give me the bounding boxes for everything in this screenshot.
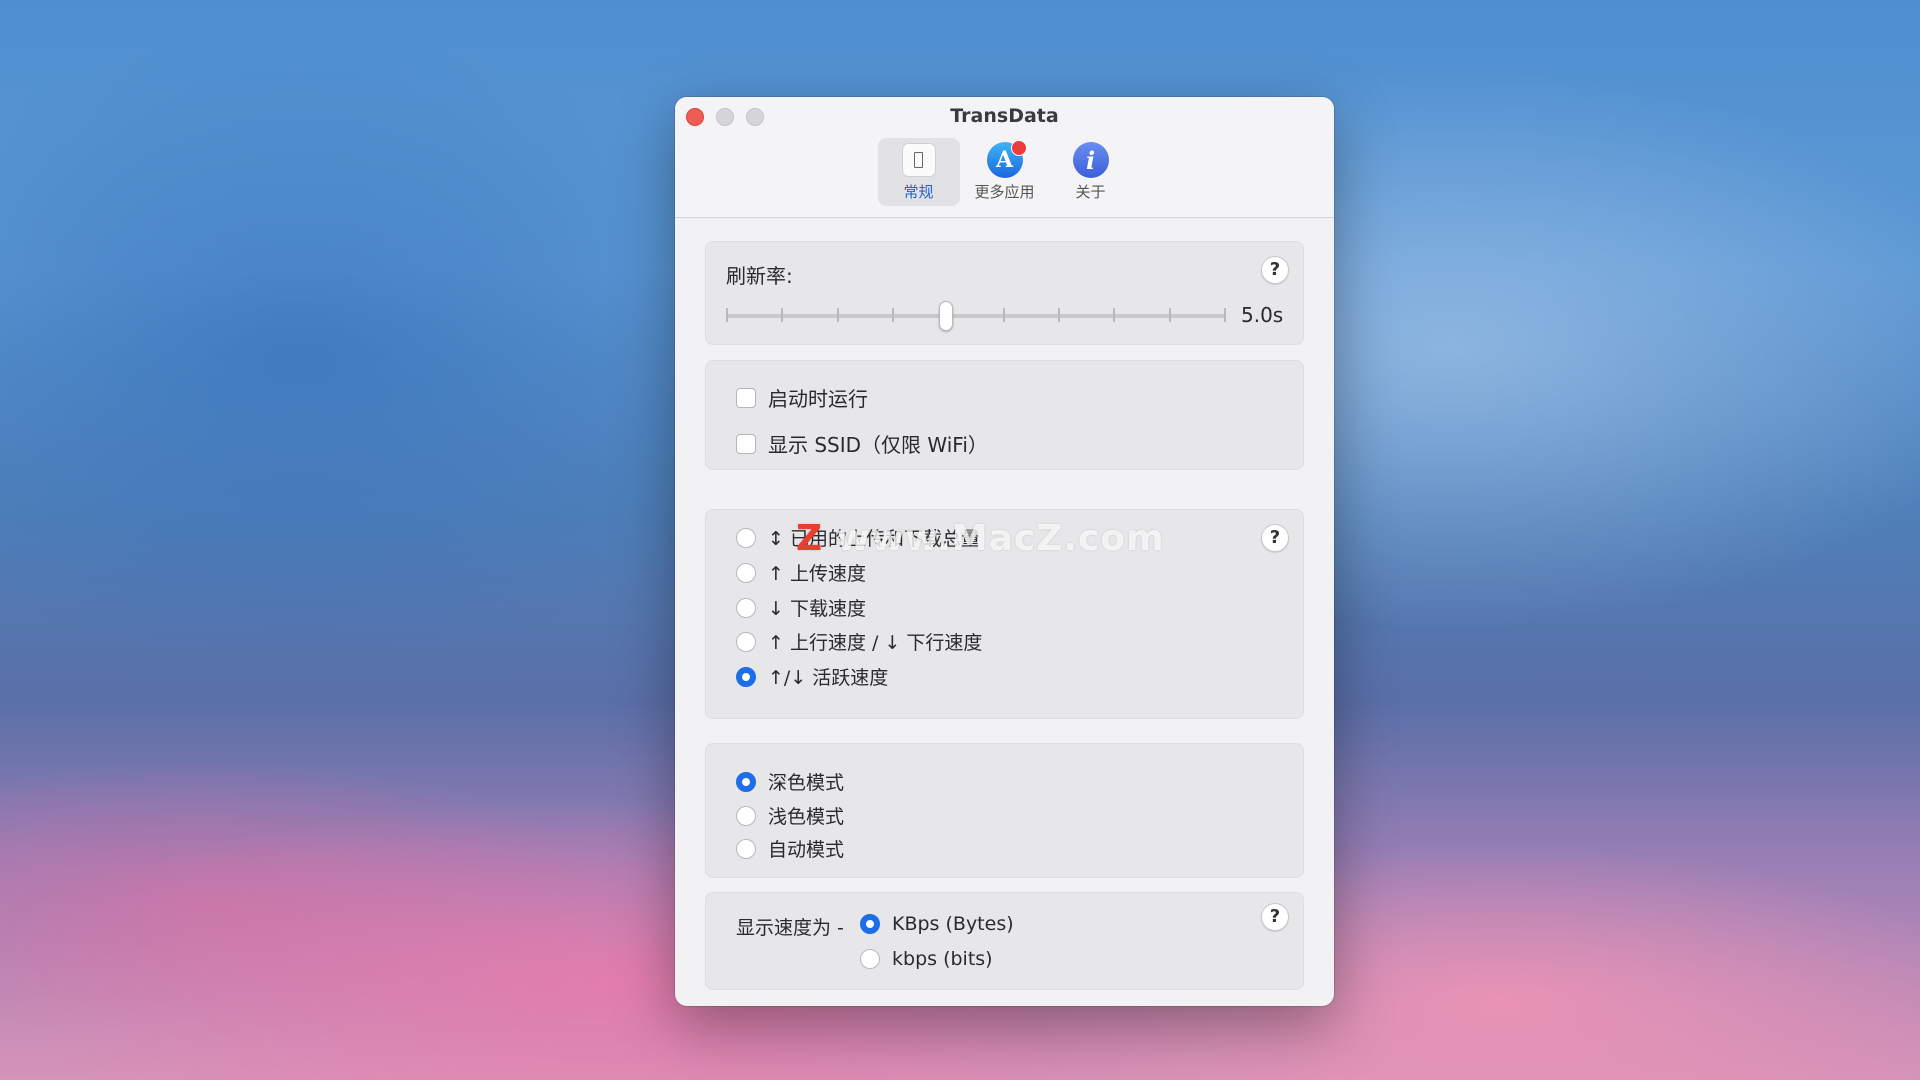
options-section: 启动时运行 显示 SSID（仅限 WiFi） [705, 360, 1304, 470]
slider-tick [726, 308, 728, 322]
show-ssid-checkbox[interactable] [736, 433, 756, 454]
display-mode-option-label: ↑/↓ 活跃速度 [768, 667, 889, 689]
launch-at-login-label: 启动时运行 [768, 387, 868, 411]
display-mode-option-label: ↑ 上行速度 / ↓ 下行速度 [768, 632, 983, 654]
refresh-rate-section: 刷新率: ? 5.0s [705, 241, 1304, 345]
theme-radio[interactable] [736, 805, 756, 826]
display-mode-radio[interactable] [736, 562, 756, 583]
refresh-slider-track[interactable] [726, 314, 1226, 318]
info-icon: i [1072, 142, 1109, 178]
window-title: TransData [950, 105, 1059, 127]
speed-unit-option-label: kbps (bits) [892, 948, 993, 970]
slider-tick [1058, 308, 1060, 322]
theme-option-label: 自动模式 [768, 839, 845, 861]
speed-unit-radio[interactable] [860, 949, 880, 969]
slider-tick [892, 308, 894, 322]
transdata-window: TransData 常规 A 更多应用 i 关于 刷新率: ? 5.0s 启动时… [675, 97, 1334, 1006]
theme-option-label: 深色模式 [768, 772, 845, 794]
speed-unit-option-label: KBps (Bytes) [892, 913, 1014, 935]
slider-tick [1113, 308, 1115, 322]
theme-option[interactable]: 自动模式 [736, 835, 844, 862]
preferences-toolbar: 常规 A 更多应用 i 关于 [675, 138, 1334, 206]
app-store-icon: A [986, 140, 1027, 178]
tab-more-apps[interactable]: A 更多应用 [964, 138, 1046, 206]
tab-general[interactable]: 常规 [877, 138, 960, 206]
theme-option[interactable]: 深色模式 [736, 768, 844, 795]
speed-units-help-button[interactable]: ? [1261, 903, 1289, 931]
launch-at-login-row[interactable]: 启动时运行 [736, 383, 868, 412]
theme-section: 深色模式 浅色模式 自动模式 [705, 743, 1304, 878]
tab-about-label: 关于 [1075, 183, 1106, 201]
slider-tick [1003, 308, 1005, 322]
slider-tick [1169, 308, 1171, 322]
tab-more-apps-label: 更多应用 [974, 183, 1035, 201]
theme-option-label: 浅色模式 [768, 806, 845, 828]
slider-tick [781, 308, 783, 322]
display-mode-section: ? ↕ 已用的上传和下载总量 ↑ 上传速度 ↓ 下载速度 ↑ 上行速度 / ↓ … [705, 509, 1304, 719]
tab-about[interactable]: i 关于 [1050, 138, 1132, 206]
display-mode-radio[interactable] [736, 527, 756, 548]
refresh-help-button[interactable]: ? [1261, 256, 1289, 284]
theme-radio[interactable] [736, 838, 756, 859]
speed-unit-option[interactable]: kbps (bits) [860, 948, 993, 970]
display-mode-option[interactable]: ↕ 已用的上传和下载总量 [736, 524, 980, 551]
show-ssid-row[interactable]: 显示 SSID（仅限 WiFi） [736, 429, 988, 458]
notification-badge [1010, 140, 1027, 156]
speed-unit-option[interactable]: KBps (Bytes) [860, 913, 1014, 935]
slider-tick [1224, 308, 1226, 322]
display-mode-option[interactable]: ↑ 上传速度 [736, 559, 866, 586]
theme-option[interactable]: 浅色模式 [736, 802, 844, 829]
display-mode-option[interactable]: ↓ 下载速度 [736, 594, 866, 621]
refresh-rate-value: 5.0s [1241, 303, 1284, 327]
display-mode-option-label: ↓ 下载速度 [768, 598, 866, 620]
speed-units-label: 显示速度为 - [736, 917, 844, 939]
speed-units-section: ? 显示速度为 - KBps (Bytes) kbps (bits) [705, 892, 1304, 990]
speed-unit-radio[interactable] [860, 914, 880, 934]
theme-radio[interactable] [736, 771, 756, 792]
display-mode-help-button[interactable]: ? [1261, 524, 1289, 552]
display-mode-option[interactable]: ↑/↓ 活跃速度 [736, 663, 888, 690]
display-mode-radio[interactable] [736, 631, 756, 652]
show-ssid-label: 显示 SSID（仅限 WiFi） [768, 433, 988, 457]
general-icon [901, 142, 937, 178]
slider-tick [837, 308, 839, 322]
display-mode-option-label: ↑ 上传速度 [768, 563, 866, 585]
title-bar: TransData 常规 A 更多应用 i 关于 [675, 97, 1334, 218]
launch-at-login-checkbox[interactable] [736, 387, 756, 408]
display-mode-radio[interactable] [736, 666, 756, 687]
tab-general-label: 常规 [903, 183, 934, 201]
display-mode-option[interactable]: ↑ 上行速度 / ↓ 下行速度 [736, 628, 982, 655]
display-mode-option-label: ↕ 已用的上传和下载总量 [768, 528, 980, 550]
display-mode-radio[interactable] [736, 597, 756, 618]
refresh-rate-label: 刷新率: [726, 264, 793, 288]
refresh-slider-thumb[interactable] [939, 301, 953, 331]
